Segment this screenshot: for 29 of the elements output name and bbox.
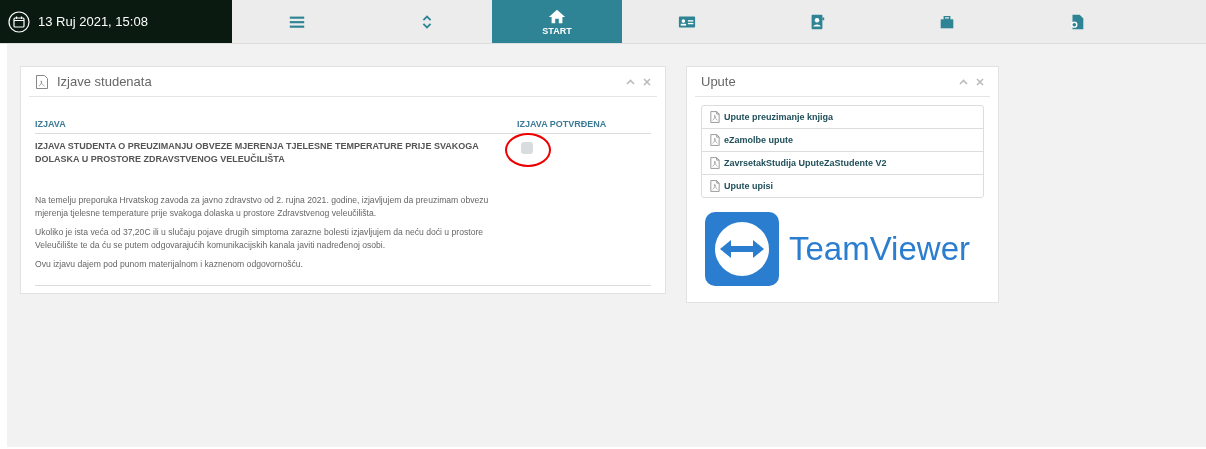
pdf-file-icon (710, 180, 720, 192)
statement-paragraph: Ukoliko je ista veća od 37,20C ili u slučaju pojave drugih simptoma zarazne bolesti izjavljujem da neću doći u prostore Veleučilište te da ću se putem odgovarajućih komunikacijskih kanala javiti nadređenoj osobi. (35, 226, 485, 252)
confirm-checkbox[interactable] (521, 142, 533, 154)
arrows-logo-icon (705, 212, 779, 286)
close-icon[interactable] (643, 77, 651, 86)
logo-text: TeamViewer (789, 230, 970, 268)
nav-tab[interactable]: START (492, 0, 622, 43)
document-link[interactable]: ZavrsetakStudija UputeZaStudente V2 (724, 158, 887, 168)
close-icon[interactable] (976, 77, 984, 86)
collapse-icon[interactable] (959, 78, 968, 85)
panel-title: Izjave studenata (57, 74, 153, 89)
panel-title: Upute (701, 74, 737, 89)
collapse-icon[interactable] (626, 78, 635, 85)
pdf-file-icon (710, 111, 720, 123)
document-icon (35, 73, 49, 90)
home-icon (548, 7, 566, 26)
column-header: IZJAVA POTVRĐENA (517, 109, 651, 134)
pdf-file-icon (710, 157, 720, 169)
calendar-icon (8, 10, 30, 33)
statement-title: IZJAVA STUDENTA O PREUZIMANJU OBVEZE MJERENJA TJELESNE TEMPERATURE PRIJE SVAKOGA DOLASKA U PROSTORE ZDRAVSTVENOG VELEUČILIŠTA (35, 140, 480, 166)
statement-paragraph: Ovu izjavu dajem pod punom materijalnom i kaznenom odgovornošću. (35, 258, 304, 271)
document-link[interactable]: eZamolbe upute (724, 135, 793, 145)
document-link[interactable]: Upute preuzimanje knjiga (724, 112, 834, 122)
statement-paragraph: Na temelju preporuka Hrvatskog zavoda za javno zdravstvo od 2. rujna 2021. godine, izjavljujem da preuzimam obvezu mjerenja tjelesne temperature prije svakoga dolaska u prostore Zdravstvenog veleučilišta. (35, 194, 490, 220)
date-time-text: 13 Ruj 2021, 15:08 (38, 14, 148, 29)
pdf-file-icon (710, 134, 720, 146)
column-header: IZJAVA (35, 109, 517, 134)
document-link[interactable]: Upute upisi (724, 181, 773, 191)
document-pin-icon (1068, 12, 1086, 31)
